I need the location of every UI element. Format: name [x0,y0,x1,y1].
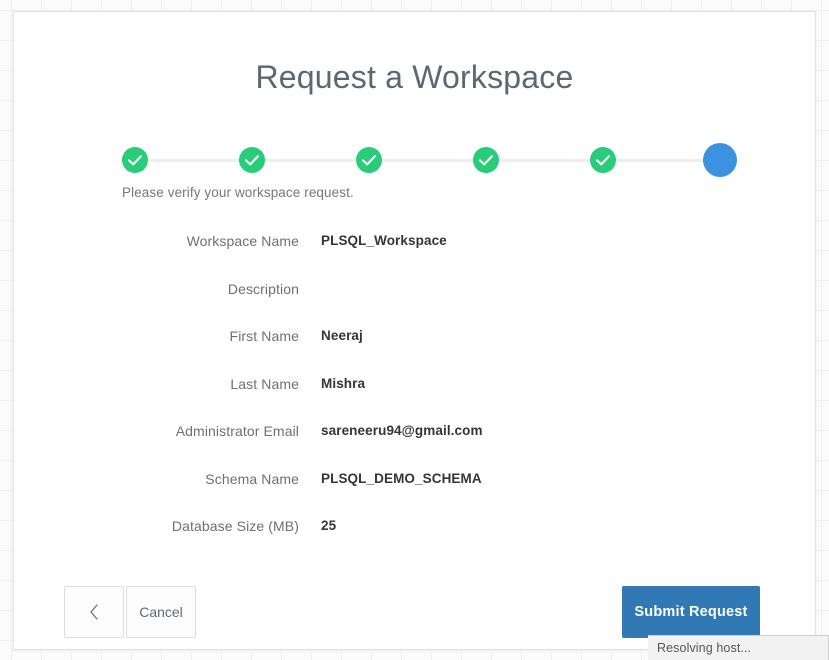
summary-row: First Name Neeraj [14,326,815,374]
summary-label-schema-name: Schema Name [205,470,299,487]
summary-row: Description [14,279,815,327]
summary-label-first-name: First Name [229,328,299,344]
step-4[interactable] [473,147,499,173]
summary-label-description: Description [227,280,299,297]
summary-value-administrator-email: sareneeru94@gmail.com [321,423,483,438]
step-2[interactable] [239,147,265,173]
chevron-left-icon [90,604,98,620]
step-1[interactable] [122,147,148,173]
wizard-stepper [109,135,749,185]
page-title: Request a Workspace [255,59,574,95]
step-5[interactable] [590,147,616,173]
summary-row: Schema Name PLSQL_DEMO_SCHEMA [14,469,815,517]
check-icon [361,155,377,166]
check-icon [595,155,611,166]
summary-value-database-size: 25 [321,518,337,533]
summary-label-last-name: Last Name [230,375,299,392]
stepper-track [122,159,719,162]
summary-value-first-name: Neeraj [321,328,363,343]
cancel-button[interactable]: Cancel [126,586,196,638]
wizard-footer: Cancel Submit Request [14,586,815,638]
summary-label-administrator-email: Administrator Email [175,423,299,439]
check-icon [127,155,143,166]
summary-value-last-name: Mishra [321,375,366,391]
check-icon [478,155,494,166]
browser-status-bubble: Resolving host... [648,635,829,660]
summary-row: Workspace Name PLSQL_Workspace [14,231,815,279]
summary-label-workspace-name: Workspace Name [186,233,299,249]
submit-request-button[interactable]: Submit Request [622,586,760,638]
summary-value-workspace-name: PLSQL_Workspace [321,233,447,248]
back-button[interactable] [64,586,124,638]
request-workspace-card: Request a Workspace Please verify your w… [13,11,816,650]
summary-row: Administrator Email sareneeru94@gmail.co… [14,421,815,469]
step-6-current[interactable] [703,143,737,177]
summary-value-schema-name: PLSQL_DEMO_SCHEMA [321,470,482,486]
step-3[interactable] [356,147,382,173]
browser-status-text: Resolving host... [657,641,752,655]
summary-row: Last Name Mishra [14,374,815,422]
instruction-text: Please verify your workspace request. [122,185,354,200]
summary-row: Database Size (MB) 25 [14,516,815,564]
request-summary-list: Workspace Name PLSQL_Workspace Descripti… [14,231,815,564]
check-icon [244,155,260,166]
summary-label-database-size: Database Size (MB) [171,518,299,534]
